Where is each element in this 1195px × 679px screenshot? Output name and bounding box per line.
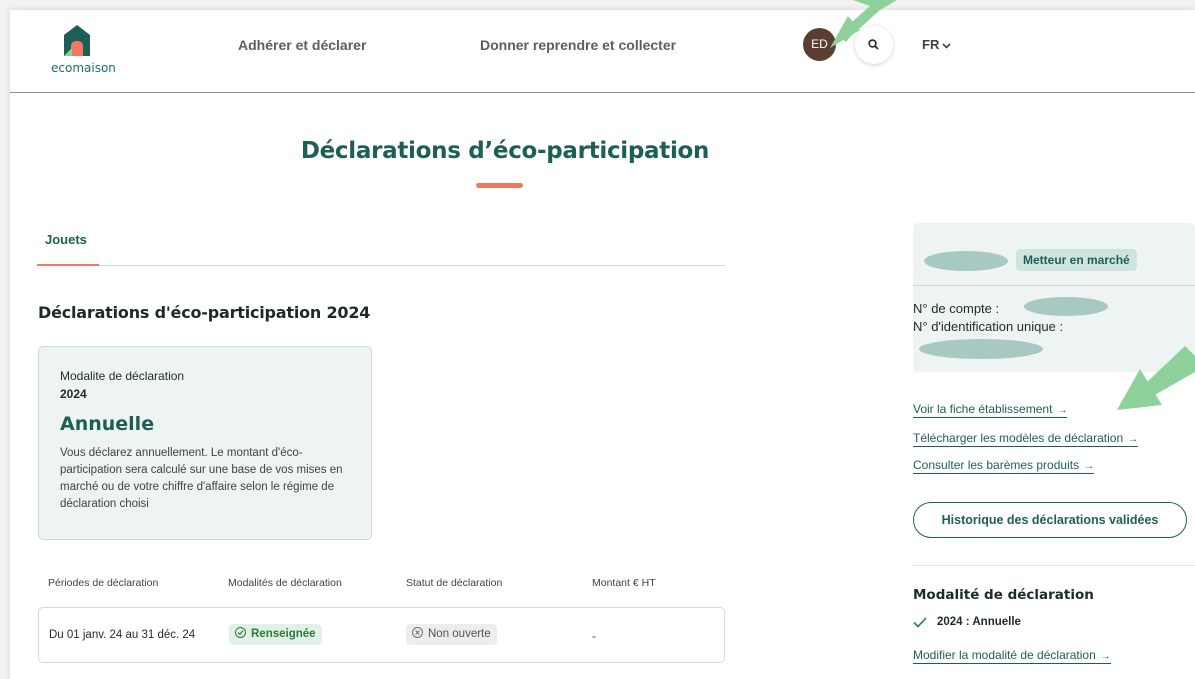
redacted-account-number: [1024, 297, 1108, 316]
account-number-label: N° de compte :: [913, 301, 1000, 316]
link-text: Consulter les barèmes produits: [913, 458, 1080, 472]
check-icon: [913, 617, 927, 628]
logo[interactable]: ecomaison: [51, 24, 117, 76]
modality-card: Modalite de déclaration 2024 Annuelle Vo…: [38, 346, 372, 540]
redacted-name: [924, 251, 1008, 271]
row-amount: -: [592, 629, 596, 643]
modality-panel-item: 2024 : Annuelle: [913, 616, 1021, 628]
section-title: Déclarations d'éco-participation 2024: [38, 303, 371, 322]
declaration-status-badge: Non ouverte: [406, 624, 497, 645]
search-button[interactable]: [855, 26, 893, 64]
page: ecomaison Adhérer et déclarer Donner rep…: [10, 10, 1195, 679]
history-button[interactable]: Historique des déclarations validées: [913, 502, 1187, 538]
link-baremes-produits[interactable]: Consulter les barèmes produits →: [913, 458, 1095, 474]
house-logo-icon: [64, 25, 90, 56]
nav-donner-reprendre[interactable]: Donner reprendre et collecter: [480, 37, 676, 53]
table-header-modality: Modalités de déclaration: [228, 577, 342, 589]
logo-text: ecomaison: [51, 61, 116, 75]
modality-panel-item-text: 2024 : Annuelle: [937, 616, 1021, 628]
user-avatar[interactable]: ED: [803, 28, 836, 61]
tabs-divider: [37, 265, 725, 266]
redacted-unique-id: [919, 339, 1043, 359]
table-row[interactable]: Du 01 janv. 24 au 31 déc. 24 Renseignée …: [38, 607, 725, 663]
modality-panel-title: Modalité de déclaration: [913, 587, 1094, 603]
account-divider: [913, 285, 1195, 286]
language-label: FR: [922, 37, 940, 52]
search-icon: [868, 39, 879, 50]
right-panel-divider: [913, 565, 1195, 566]
declaration-status-text: Non ouverte: [428, 628, 491, 640]
modality-status-badge: Renseignée: [229, 624, 322, 645]
modality-card-label: Modalite de déclaration: [60, 369, 185, 383]
tab-jouets[interactable]: Jouets: [37, 231, 99, 266]
link-telecharger-modeles[interactable]: Télécharger les modèles de déclaration →: [913, 431, 1139, 447]
chevron-down-icon: [942, 40, 951, 52]
modality-card-description: Vous déclarez annuellement. Le montant d…: [60, 447, 343, 510]
arrow-right-icon: →: [1084, 461, 1095, 472]
modality-card-value: Annuelle: [60, 413, 155, 435]
check-circle-icon: [235, 627, 246, 638]
arrow-right-icon: →: [1100, 651, 1111, 662]
active-tab-indicator: [37, 264, 99, 266]
x-circle-icon: [412, 627, 423, 638]
link-modifier-modalite[interactable]: Modifier la modalité de déclaration →: [913, 648, 1111, 664]
table-header-status: Statut de déclaration: [406, 577, 503, 589]
title-underline: [476, 183, 523, 188]
site-header: ecomaison Adhérer et déclarer Donner rep…: [10, 10, 1195, 93]
page-title: Déclarations d’éco-participation: [300, 138, 710, 164]
role-badge: Metteur en marché: [1016, 249, 1137, 271]
arrow-right-icon: →: [1128, 434, 1139, 445]
link-text: Voir la fiche établissement: [913, 402, 1053, 416]
arrow-right-icon: →: [1057, 405, 1068, 416]
link-fiche-etablissement[interactable]: Voir la fiche établissement →: [913, 402, 1068, 418]
language-selector[interactable]: FR: [922, 37, 951, 52]
modality-status-text: Renseignée: [251, 628, 316, 640]
modality-card-year: 2024: [60, 387, 87, 401]
link-text: Télécharger les modèles de déclaration: [913, 431, 1124, 445]
link-text: Modifier la modalité de déclaration: [913, 648, 1096, 662]
table-header-period: Périodes de déclaration: [48, 577, 159, 589]
row-period: Du 01 janv. 24 au 31 déc. 24: [49, 629, 196, 641]
nav-adherer-declarer[interactable]: Adhérer et déclarer: [238, 37, 366, 53]
table-header-amount: Montant € HT: [592, 577, 656, 589]
unique-id-label: N° d'identification unique :: [913, 319, 1064, 334]
account-card: Metteur en marché N° de compte : N° d'id…: [913, 223, 1195, 372]
